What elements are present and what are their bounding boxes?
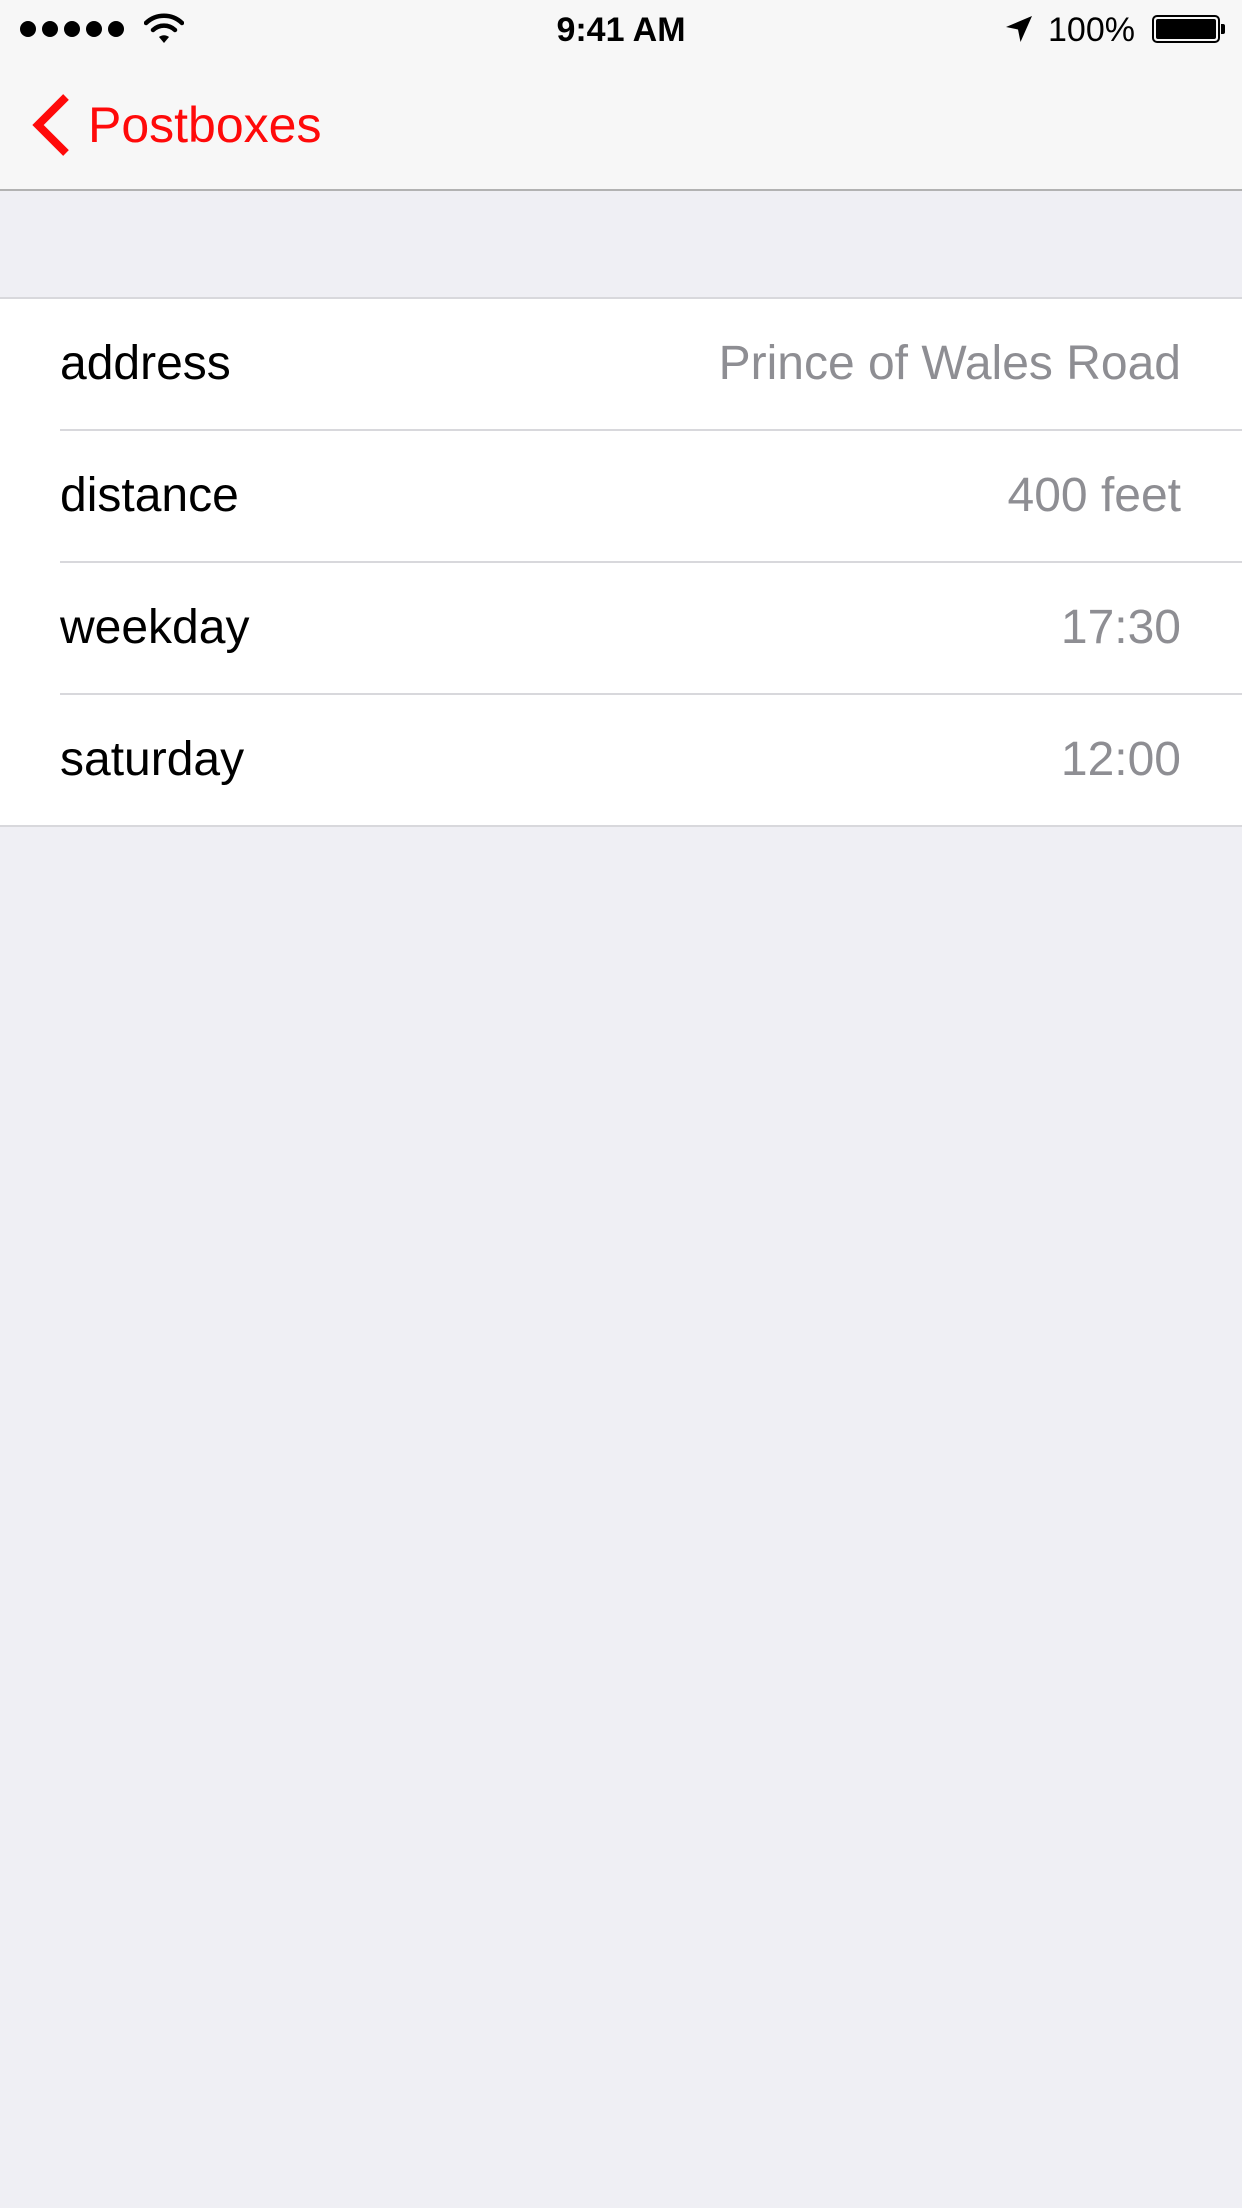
row-label: weekday xyxy=(60,601,250,654)
table-row-distance: distance 400 feet xyxy=(60,431,1242,563)
table-row-saturday: saturday 12:00 xyxy=(60,695,1242,825)
row-value: 12:00 xyxy=(1060,733,1181,786)
row-value: 400 feet xyxy=(1007,469,1181,522)
status-bar: 9:41 AM 100% xyxy=(0,0,1242,60)
top-chrome: 9:41 AM 100% Postboxes xyxy=(0,0,1242,191)
row-label: saturday xyxy=(60,733,245,786)
details-table: address Prince of Wales Road distance 40… xyxy=(0,297,1242,827)
table-row-address: address Prince of Wales Road xyxy=(60,299,1242,431)
location-arrow-icon xyxy=(1006,16,1032,42)
row-label: address xyxy=(60,337,231,390)
back-button-label: Postboxes xyxy=(88,97,322,153)
row-value: Prince of Wales Road xyxy=(718,337,1181,390)
chevron-left-icon xyxy=(32,94,69,156)
table-row-weekday: weekday 17:30 xyxy=(60,563,1242,695)
battery-icon xyxy=(1152,15,1220,43)
row-label: distance xyxy=(60,469,239,522)
row-value: 17:30 xyxy=(1060,601,1181,654)
back-button[interactable]: Postboxes xyxy=(30,90,321,160)
battery-percent: 100% xyxy=(1048,11,1135,49)
battery-nub xyxy=(1221,24,1225,34)
